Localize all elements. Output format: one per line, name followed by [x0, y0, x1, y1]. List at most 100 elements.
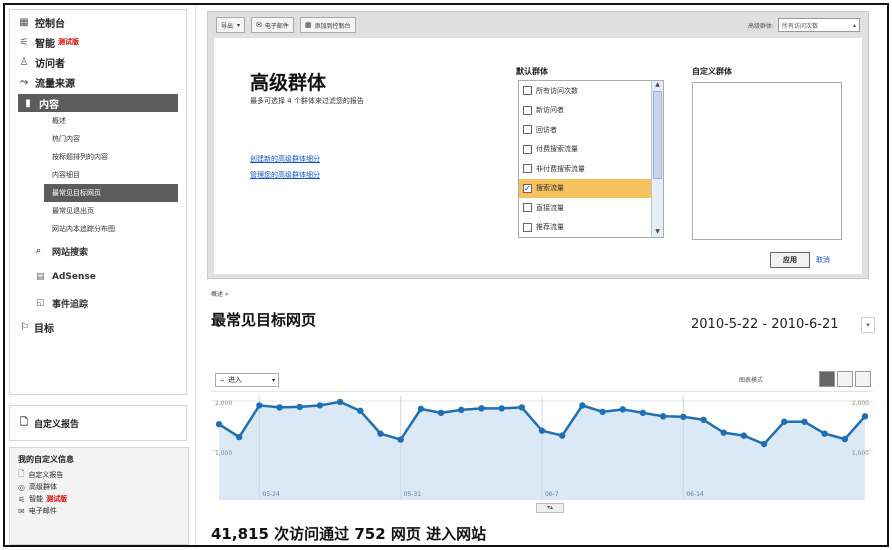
apply-button[interactable]: 应用 [770, 252, 810, 268]
scroll-down-icon[interactable]: ▼ [653, 228, 662, 237]
checkbox[interactable] [523, 144, 532, 154]
segment-option-label: 付费搜索流量 [536, 145, 578, 154]
sidebar-item-site-search[interactable]: ⌕ 网站搜索 [10, 238, 186, 264]
my-intelligence-link[interactable]: ⚟ 智能 测试版 [18, 493, 180, 505]
chevron-down-icon: ▾ [271, 376, 275, 384]
data-point[interactable] [296, 403, 303, 411]
checkbox[interactable] [523, 105, 532, 115]
line-chart-icon: ⌁ [220, 375, 225, 385]
custom-reports-link[interactable]: 🗋 自定义报告 [9, 405, 187, 441]
segment-title: 高级群体 [250, 72, 327, 94]
data-point[interactable] [700, 416, 707, 423]
data-point[interactable] [458, 406, 465, 414]
data-point[interactable] [680, 413, 687, 420]
data-point[interactable] [256, 402, 263, 409]
data-point[interactable] [781, 418, 788, 425]
data-point[interactable] [558, 432, 566, 439]
data-point[interactable] [377, 430, 384, 437]
date-range[interactable]: 2010-5-22 - 2010-6-21 [691, 317, 839, 332]
data-point[interactable] [801, 418, 808, 425]
sidebar-item-dashboard[interactable]: ▦ 控制台 [10, 12, 186, 32]
segment-option-selected[interactable]: ✓ 搜索流量 [519, 178, 663, 198]
checkbox[interactable] [523, 86, 532, 96]
day-view-button[interactable] [819, 371, 835, 387]
data-point[interactable] [841, 435, 849, 443]
sidebar-subitem-top-landing-pages[interactable]: 最常见目标网页 [44, 184, 178, 202]
checkbox[interactable] [523, 203, 532, 213]
data-point[interactable] [760, 440, 768, 448]
sidebar-item-traffic-sources[interactable]: ⤳ 流量来源 [10, 72, 186, 92]
my-customizations-title: 我的自定义信息 [18, 455, 74, 464]
segment-dropdown[interactable]: 所有访问次数 ▴ [778, 18, 860, 32]
date-range-dropdown[interactable]: ▾ [861, 317, 875, 333]
segment-chooser: 高级群体 最多可选择 4 个群体来过滤您的报告 创建新的高级群体细分 管理您的高… [214, 38, 862, 274]
create-segment-link[interactable]: 创建新的高级群体细分 [250, 154, 320, 164]
email-button[interactable]: ✉ 电子邮件 [251, 17, 294, 33]
segment-list-scrollbar[interactable]: ▲ ▼ [651, 81, 663, 237]
week-view-button[interactable] [837, 371, 853, 387]
data-point[interactable] [518, 404, 526, 411]
checkbox-checked[interactable]: ✓ [523, 183, 532, 193]
add-to-dashboard-button[interactable]: ▦ 添加到控制台 [299, 17, 356, 33]
my-custom-reports-link[interactable]: 🗋 自定义报告 [18, 469, 180, 481]
data-point[interactable] [357, 407, 364, 415]
segment-option[interactable]: 直接流量 [519, 198, 663, 218]
sidebar-item-event-tracking[interactable]: ◱ 事件追踪 [10, 290, 186, 316]
sidebar-item-content[interactable]: ▮ 内容 [18, 94, 178, 112]
data-point[interactable] [336, 398, 344, 406]
data-point[interactable] [861, 413, 869, 420]
sidebar-subitem-content-by-title[interactable]: 按标题排列的内容 [10, 148, 186, 166]
data-point[interactable] [720, 429, 727, 436]
manage-segments-link[interactable]: 管理您的高级群体细分 [250, 170, 320, 180]
scrollbar-thumb[interactable] [653, 91, 662, 179]
data-point[interactable] [619, 406, 626, 413]
metric-selector[interactable]: ⌁ 进入 ▾ [215, 373, 279, 387]
month-view-button[interactable] [855, 371, 871, 387]
checkbox[interactable] [523, 125, 532, 135]
data-point[interactable] [821, 430, 828, 437]
chart-resize-handle[interactable]: ▾▴ [536, 503, 564, 513]
segment-option[interactable]: 付费搜索流量 [519, 140, 663, 160]
dashboard-icon: ▦ [304, 21, 312, 29]
sidebar-subitem-content-drilldown[interactable]: 内容细目 [10, 166, 186, 184]
segment-option[interactable]: 新访问者 [519, 101, 663, 121]
sidebar-item-intelligence[interactable]: ⚟ 智能 测试版 [10, 32, 186, 52]
segment-option[interactable]: 回访者 [519, 120, 663, 140]
data-point[interactable] [276, 404, 283, 411]
my-advanced-segments-link[interactable]: ◎ 高级群体 [18, 481, 180, 493]
sidebar-item-adsense[interactable]: ▤ AdSense [10, 264, 186, 290]
segment-option[interactable]: 所有访问次数 [519, 81, 663, 101]
breadcrumb[interactable]: 概述 » [211, 289, 229, 298]
custom-segments-list[interactable] [692, 82, 842, 240]
data-point[interactable] [235, 433, 243, 441]
data-point[interactable] [639, 409, 647, 417]
sidebar-subitem-top-content[interactable]: 热门内容 [10, 130, 186, 148]
sidebar-subitem-site-overlay[interactable]: 网站内本追踪分布图 [10, 220, 186, 238]
data-point[interactable] [659, 413, 667, 420]
data-point[interactable] [215, 421, 223, 428]
data-point[interactable] [579, 402, 586, 409]
my-email-link[interactable]: ✉ 电子邮件 [18, 505, 180, 517]
export-button[interactable]: 导出 ▾ [216, 17, 246, 33]
segment-option[interactable]: 非付费搜索流量 [519, 159, 663, 179]
sidebar-subitem-top-exit-pages[interactable]: 最常见退出页 [10, 202, 186, 220]
cancel-link[interactable]: 取消 [816, 255, 830, 265]
scroll-up-icon[interactable]: ▲ [653, 81, 662, 90]
data-point[interactable] [498, 405, 505, 412]
data-point[interactable] [478, 405, 485, 412]
data-point[interactable] [538, 427, 546, 434]
data-point[interactable] [437, 409, 445, 417]
info-row-label: 智能 [29, 495, 44, 503]
data-point[interactable] [599, 408, 606, 416]
sidebar-subitem-overview[interactable]: 概述 [10, 112, 186, 130]
data-point[interactable] [316, 402, 324, 409]
segment-option[interactable]: 推荐流量 [519, 218, 663, 238]
sidebar-item-goals[interactable]: ⚐ 目标 [10, 316, 186, 338]
data-point[interactable] [397, 436, 404, 443]
checkbox[interactable] [523, 164, 532, 174]
data-point[interactable] [740, 432, 748, 439]
data-point[interactable] [417, 405, 425, 413]
y-tick-label-right: 1,000 [851, 450, 869, 457]
checkbox[interactable] [523, 222, 532, 232]
sidebar-item-visitors[interactable]: ♙ 访问者 [10, 52, 186, 72]
